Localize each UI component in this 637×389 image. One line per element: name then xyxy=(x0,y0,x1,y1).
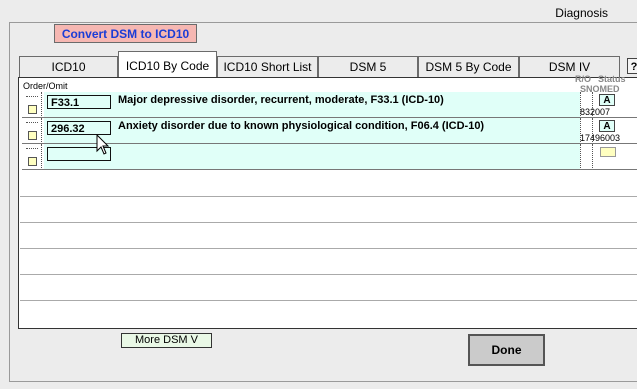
order-checkbox[interactable] xyxy=(28,157,37,166)
order-cell xyxy=(22,118,42,144)
grid-line xyxy=(20,248,637,249)
status-header: Status xyxy=(598,74,626,84)
order-cell xyxy=(22,92,42,118)
code-input[interactable]: F33.1 xyxy=(47,95,111,109)
status-field[interactable]: A xyxy=(599,94,615,106)
grid-line xyxy=(20,300,637,301)
row-divider xyxy=(22,169,637,170)
tab-dsm5[interactable]: DSM 5 xyxy=(318,56,418,77)
snomed-code: 17496003 xyxy=(580,133,621,143)
tab-dsm5-by-code[interactable]: DSM 5 By Code xyxy=(418,56,519,77)
omit-checkbox[interactable] xyxy=(26,148,38,150)
diagnosis-window: Diagnosis Convert DSM to ICD10 ICD10 ICD… xyxy=(0,0,637,389)
status-field[interactable] xyxy=(600,147,616,157)
code-input[interactable]: 296.32 xyxy=(47,121,111,135)
done-button[interactable]: Done xyxy=(468,334,545,366)
more-dsm-v-button[interactable]: More DSM V xyxy=(121,333,212,348)
status-field[interactable]: A xyxy=(599,120,615,132)
omit-checkbox[interactable] xyxy=(26,122,38,124)
ro-header: R/O xyxy=(575,74,592,84)
diagnosis-description[interactable]: Major depressive disorder, recurrent, mo… xyxy=(117,92,580,118)
diagnosis-description[interactable]: Anxiety disorder due to known physiologi… xyxy=(117,118,580,144)
mouse-cursor-icon xyxy=(96,134,110,155)
convert-dsm-to-icd10-button[interactable]: Convert DSM to ICD10 xyxy=(54,24,197,43)
grid-line xyxy=(20,274,637,275)
grid-line xyxy=(20,196,637,197)
snomed-code: 832007 xyxy=(580,107,611,117)
help-button[interactable]: ? xyxy=(627,58,637,74)
window-title: Diagnosis xyxy=(555,6,608,20)
order-cell xyxy=(22,144,42,170)
order-checkbox[interactable] xyxy=(28,105,37,114)
ro-checkbox[interactable] xyxy=(580,144,593,170)
table-row: 296.32 Anxiety disorder due to known phy… xyxy=(22,118,637,144)
order-checkbox[interactable] xyxy=(28,131,37,140)
table-row: F33.1 Major depressive disorder, recurre… xyxy=(22,92,637,118)
order-omit-header: Order/Omit xyxy=(23,81,68,91)
tab-icd10-by-code[interactable]: ICD10 By Code xyxy=(118,51,217,77)
table-row xyxy=(22,144,637,170)
tab-icd10[interactable]: ICD10 xyxy=(19,56,118,77)
tab-icd10-short-list[interactable]: ICD10 Short List xyxy=(217,56,318,77)
grid-line xyxy=(20,222,637,223)
omit-checkbox[interactable] xyxy=(26,96,38,98)
diagnosis-description[interactable] xyxy=(117,144,580,170)
